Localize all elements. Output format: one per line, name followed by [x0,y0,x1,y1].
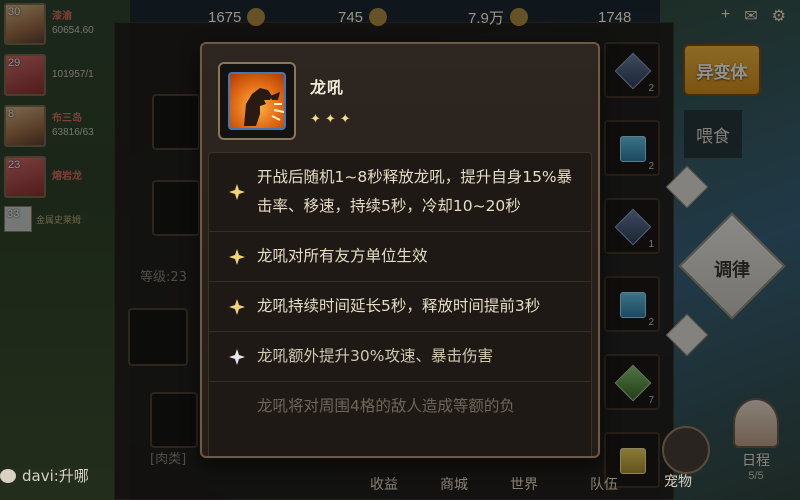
resource-coin: 7.9万 [460,7,590,28]
resource-crystal: 1748 [590,9,720,26]
dragon-roar-icon [228,72,286,130]
spark-icon [229,248,245,265]
effect-text: 龙吼额外提升30%攻速、暴击伤害 [257,347,493,365]
effect-text: 开战后随机1~8秒释放龙吼，提升自身15%暴击率、移速，持续5秒，冷却10~20… [257,168,573,215]
resource-value: 7.9万 [468,9,504,27]
effect-row: 开战后随机1~8秒释放龙吼，提升自身15%暴击率、移速，持续5秒，冷却10~20… [209,153,591,232]
effect-text: 龙吼将对周围4格的敌人造成等额的负 [257,397,515,415]
chat-line[interactable]: davi:升哪 [0,465,89,486]
effect-row: 龙吼将对周围4格的敌人造成等额的负 [209,382,591,431]
skill-name: 龙吼 [310,78,345,97]
effect-row: 龙吼对所有友方单位生效 [209,232,591,282]
chat-icon [0,468,16,483]
resource-value: 1675 [208,8,242,26]
effect-row: 龙吼额外提升30%攻速、暴击伤害 [209,332,591,382]
spark-icon [229,298,245,315]
nav-world[interactable]: 世界 [510,474,538,494]
skill-stars: ✦✦✦ [310,112,355,127]
settings-icon[interactable]: ⚙ [772,6,786,26]
skill-tooltip: 龙吼 ✦✦✦ 开战后随机1~8秒释放龙吼，提升自身15%暴击率、移速，持续5秒，… [200,42,600,458]
effect-row: 龙吼持续时间延长5秒，释放时间提前3秒 [209,282,591,332]
spark-icon [229,184,245,200]
nav-shop[interactable]: 商城 [440,474,468,494]
mail-icon[interactable]: ✉ [744,6,757,26]
skill-header: 龙吼 ✦✦✦ [218,62,355,140]
skill-icon-frame [218,62,296,140]
resource-value: 745 [338,8,364,26]
gold-coin-icon [247,8,266,26]
pet-label[interactable]: 宠物 [664,471,692,491]
leaf-icon [369,8,388,26]
resource-value: 1748 [598,8,632,26]
coin-icon [509,8,528,26]
add-icon[interactable]: + [721,6,730,26]
pet-button[interactable] [662,426,710,474]
effect-text: 龙吼对所有友方单位生效 [257,247,428,265]
resource-gold: 1675 [200,8,330,26]
effect-list: 开战后随机1~8秒释放龙吼，提升自身15%暴击率、移速，持续5秒，冷却10~20… [208,152,592,456]
chat-text: davi:升哪 [22,467,89,485]
effect-text: 龙吼持续时间延长5秒，释放时间提前3秒 [257,297,541,315]
spark-icon [229,348,245,365]
resource-leaf: 745 [330,8,460,26]
nav-team[interactable]: 队伍 [590,474,618,494]
nav-income[interactable]: 收益 [370,474,398,494]
resource-bar: 1675 745 7.9万 1748 + ✉ ⚙ [200,0,800,34]
